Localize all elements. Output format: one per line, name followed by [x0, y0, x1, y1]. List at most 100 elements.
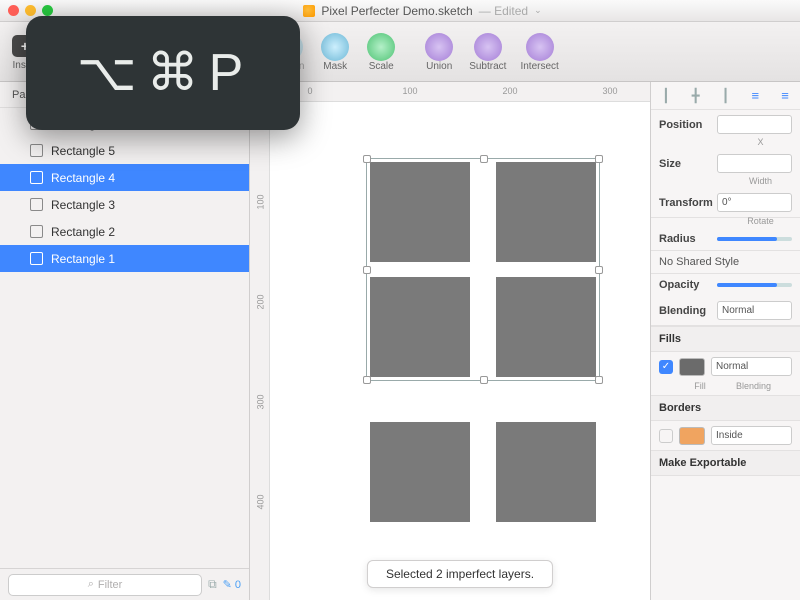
ruler-tick: 100 — [402, 86, 417, 96]
filter-placeholder: Filter — [98, 579, 122, 591]
border-position-select[interactable]: Inside — [711, 426, 792, 445]
resize-handle[interactable] — [363, 266, 371, 274]
subtract-button[interactable]: Subtract — [463, 29, 512, 74]
ruler-tick: 300 — [602, 86, 617, 96]
document-icon — [303, 5, 315, 17]
width-axis-label: Width — [721, 176, 800, 186]
border-swatch[interactable] — [679, 427, 705, 445]
mask-label: Mask — [323, 61, 347, 72]
shared-style-selector[interactable]: No Shared Style — [651, 251, 800, 274]
scale-button[interactable]: Scale — [359, 29, 403, 74]
border-enabled-checkbox[interactable] — [659, 429, 673, 443]
layer-label: Rectangle 2 — [51, 225, 115, 239]
layer-row[interactable]: Rectangle 5 — [0, 137, 249, 164]
resize-handle[interactable] — [363, 376, 371, 384]
subtract-icon — [474, 33, 502, 61]
copy-icon[interactable]: ⧉ — [208, 577, 217, 592]
fill-blend-sublabel: Blending — [715, 381, 792, 391]
opacity-slider[interactable] — [717, 283, 792, 287]
ruler-horizontal[interactable]: 0 100 200 300 — [270, 82, 650, 102]
layer-list: Rectangle 6Rectangle 5Rectangle 4Rectang… — [0, 108, 249, 568]
layer-row[interactable]: Rectangle 4 — [0, 164, 249, 191]
ruler-tick: 200 — [256, 294, 266, 309]
rectangle-icon — [30, 225, 43, 238]
align-center-button[interactable]: ╋ — [681, 88, 711, 104]
blending-label: Blending — [659, 305, 711, 317]
knife-icon: ✎ — [223, 578, 232, 591]
status-hud: Selected 2 imperfect layers. — [367, 560, 553, 588]
filter-bar: ⌕ Filter ⧉ ✎0 — [0, 568, 249, 600]
shortcut-letter: P — [209, 43, 250, 103]
mask-button[interactable]: Mask — [313, 29, 357, 74]
align-left-button[interactable]: ┃ — [651, 88, 681, 104]
resize-handle[interactable] — [480, 155, 488, 163]
layer-label: Rectangle 4 — [51, 171, 115, 185]
rectangle-shape[interactable] — [370, 422, 470, 522]
main-area: Page 1 ⌄ Rectangle 6Rectangle 5Rectangle… — [0, 82, 800, 600]
transform-label: Transform — [659, 197, 711, 209]
filter-input[interactable]: ⌕ Filter — [8, 574, 202, 596]
union-label: Union — [426, 61, 452, 72]
x-axis-label: X — [721, 137, 800, 147]
document-status: — Edited — [479, 4, 528, 18]
resize-handle[interactable] — [595, 376, 603, 384]
align-right-button[interactable]: ┃ — [711, 88, 741, 104]
resize-handle[interactable] — [480, 376, 488, 384]
distribute-h-button[interactable]: ≡ — [740, 88, 770, 103]
radius-slider[interactable] — [717, 237, 792, 241]
make-exportable-header[interactable]: Make Exportable — [651, 450, 800, 476]
rectangle-shape[interactable] — [496, 422, 596, 522]
layer-row[interactable]: Rectangle 1 — [0, 245, 249, 272]
layer-row[interactable]: Rectangle 2 — [0, 218, 249, 245]
intersect-button[interactable]: Intersect — [514, 29, 564, 74]
borders-section-header[interactable]: Borders — [651, 395, 800, 421]
ruler-tick: 0 — [307, 86, 312, 96]
fill-enabled-checkbox[interactable]: ✓ — [659, 360, 673, 374]
option-key-icon: ⌥ — [77, 43, 143, 103]
resize-handle[interactable] — [363, 155, 371, 163]
union-icon — [425, 33, 453, 61]
distribute-v-button[interactable]: ≡ — [770, 88, 800, 103]
shared-style-label: No Shared Style — [659, 256, 739, 268]
fill-sublabel: Fill — [685, 381, 715, 391]
close-window-button[interactable] — [8, 5, 19, 16]
resize-handle[interactable] — [595, 155, 603, 163]
intersect-icon — [526, 33, 554, 61]
rectangle-icon — [30, 171, 43, 184]
rectangle-icon — [30, 144, 43, 157]
fills-section-header[interactable]: Fills — [651, 326, 800, 352]
opacity-label: Opacity — [659, 279, 711, 291]
resize-handle[interactable] — [595, 266, 603, 274]
ruler-tick: 200 — [502, 86, 517, 96]
hud-text: Selected 2 imperfect layers. — [386, 567, 534, 581]
alignment-row: ┃ ╋ ┃ ≡ ≡ — [651, 82, 800, 110]
fill-blend-select[interactable]: Normal — [711, 357, 792, 376]
rectangle-icon — [30, 198, 43, 211]
search-icon: ⌕ — [88, 578, 94, 591]
layer-panel: Page 1 ⌄ Rectangle 6Rectangle 5Rectangle… — [0, 82, 250, 600]
rotate-field[interactable]: 0° — [717, 193, 792, 212]
layer-label: Rectangle 1 — [51, 252, 115, 266]
position-x-field[interactable] — [717, 115, 792, 134]
ruler-tick: 100 — [256, 194, 266, 209]
position-label: Position — [659, 119, 711, 131]
union-button[interactable]: Union — [417, 29, 461, 74]
selection-bounds — [366, 158, 600, 381]
rotate-axis-label: Rotate — [721, 216, 800, 226]
canvas[interactable]: Selected 2 imperfect layers. — [270, 102, 650, 600]
layer-row[interactable]: Rectangle 3 — [0, 191, 249, 218]
ruler-tick: 300 — [256, 394, 266, 409]
minimize-window-button[interactable] — [25, 5, 36, 16]
ruler-vertical[interactable]: 100 200 300 400 — [250, 102, 270, 600]
size-width-field[interactable] — [717, 154, 792, 173]
size-label: Size — [659, 158, 711, 170]
window-controls — [8, 5, 53, 16]
blending-select[interactable]: Normal — [717, 301, 792, 320]
zoom-window-button[interactable] — [42, 5, 53, 16]
inspector-panel: ┃ ╋ ┃ ≡ ≡ Position X Size Width Transfor… — [650, 82, 800, 600]
slice-count[interactable]: ✎0 — [223, 578, 241, 591]
chevron-down-icon: ⌄ — [534, 5, 542, 16]
rectangle-icon — [30, 252, 43, 265]
command-key-icon: ⌘ — [147, 43, 205, 103]
fill-swatch[interactable] — [679, 358, 705, 376]
